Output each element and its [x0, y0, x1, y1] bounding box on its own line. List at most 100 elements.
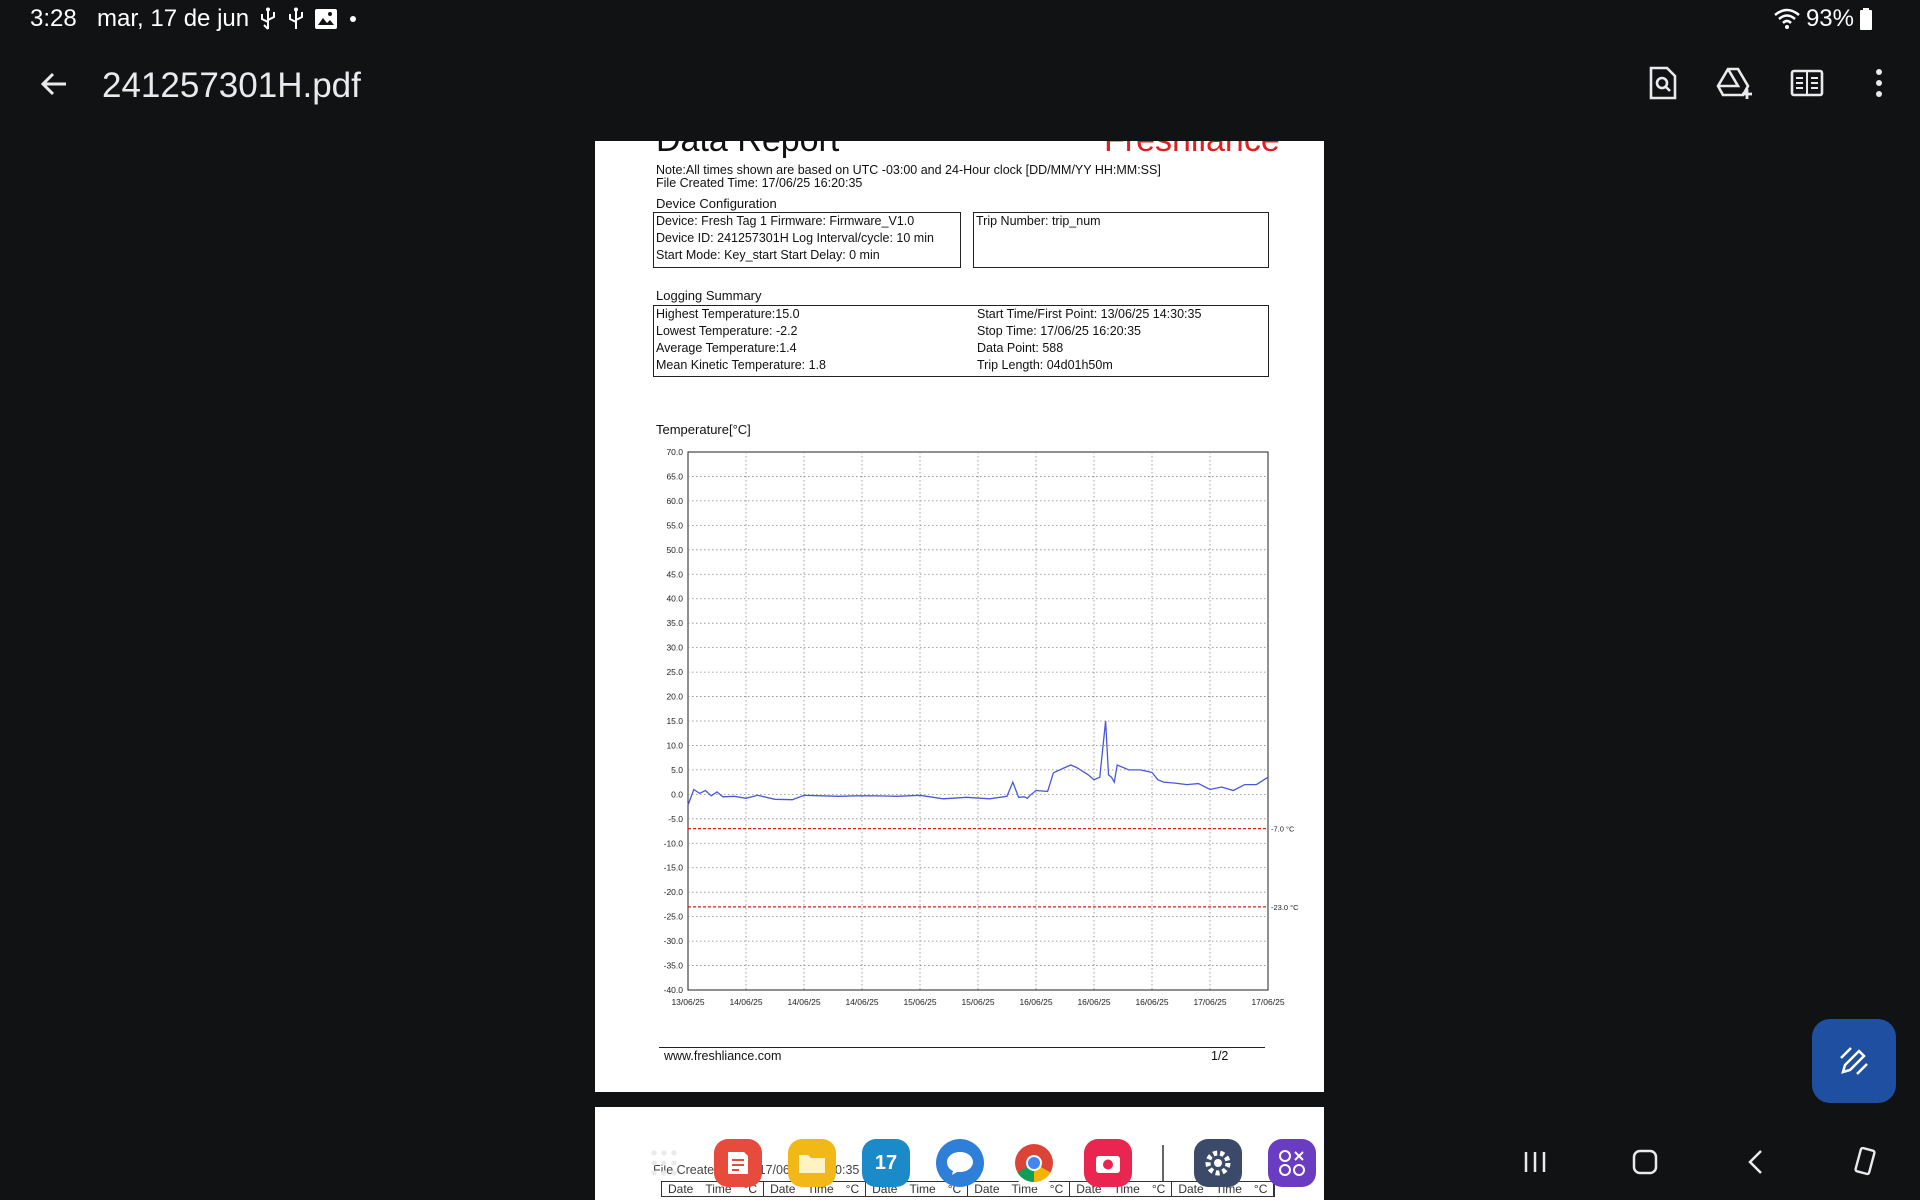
pdf-page-1[interactable]: Data Report Freshliance Note:All times s…	[595, 141, 1324, 1092]
navigation-keys	[1480, 1142, 1920, 1182]
status-right: 93%	[1774, 5, 1872, 33]
y-tick-label: 70.0	[666, 447, 683, 457]
x-tick-date: 14/06/25	[787, 997, 820, 1007]
x-tick-date: 16/06/25	[1135, 997, 1168, 1007]
x-tick-date: 17/06/25	[1193, 997, 1226, 1007]
threshold-label: -23.0 °C	[1271, 903, 1299, 912]
search-document-button[interactable]	[1642, 62, 1684, 104]
dot-icon	[350, 16, 356, 22]
reading-mode-button[interactable]	[1786, 62, 1828, 104]
home-icon	[1632, 1149, 1658, 1175]
y-tick-label: -20.0	[664, 887, 684, 897]
home-button[interactable]	[1625, 1142, 1665, 1182]
usb-icon	[289, 7, 303, 29]
drive-add-button[interactable]	[1714, 62, 1756, 104]
y-tick-label: -30.0	[664, 936, 684, 946]
rotate-button[interactable]	[1845, 1142, 1885, 1182]
footer-url: www.freshliance.com	[664, 1049, 782, 1063]
y-tick-label: -40.0	[664, 985, 684, 995]
y-tick-label: 0.0	[671, 789, 683, 799]
usb-icon	[261, 7, 275, 30]
more-options-button[interactable]	[1858, 62, 1900, 104]
x-tick-date: 14/06/25	[845, 997, 878, 1007]
recents-button[interactable]	[1515, 1142, 1555, 1182]
x-tick-time: 19:51:35	[845, 1009, 878, 1011]
messages-app-icon[interactable]	[936, 1139, 984, 1187]
x-tick-time: 05:38:35	[903, 1009, 936, 1011]
back-button[interactable]	[36, 66, 72, 102]
status-bar: 3:28 mar, 17 de jun 93%	[0, 0, 1920, 36]
y-tick-label: -35.0	[664, 961, 684, 971]
dock-divider	[1162, 1145, 1164, 1181]
y-tick-label: 35.0	[666, 618, 683, 628]
pen-annotate-icon	[1840, 1047, 1868, 1075]
x-tick-time: 14:30:35	[671, 1009, 704, 1011]
y-tick-label: 10.0	[666, 740, 683, 750]
calendar-day-label: 17	[874, 1151, 898, 1174]
annotate-fab[interactable]	[1812, 1019, 1896, 1103]
taskbar: 17	[0, 1130, 1920, 1200]
x-tick-time: 00:17:35	[729, 1009, 762, 1011]
app-drawer-icon[interactable]	[640, 1139, 688, 1187]
x-tick-time: 01:12:35	[1019, 1009, 1052, 1011]
x-tick-time: 10:59:35	[1077, 1009, 1110, 1011]
footer-rule	[659, 1047, 1265, 1048]
more-vert-icon	[1876, 69, 1882, 97]
back-nav-button[interactable]	[1735, 1142, 1775, 1182]
status-time: 3:28	[30, 5, 77, 32]
arrow-back-icon	[40, 72, 66, 96]
chevron-left-icon	[1748, 1150, 1762, 1174]
y-tick-label: 5.0	[671, 765, 683, 775]
y-tick-label: 25.0	[666, 667, 683, 677]
x-tick-time: 16:20:35	[1251, 1009, 1284, 1011]
notes-app-icon[interactable]	[714, 1139, 762, 1187]
x-tick-date: 15/06/25	[903, 997, 936, 1007]
wifi-icon	[1774, 8, 1800, 29]
y-tick-label: -25.0	[664, 912, 684, 922]
files-app-icon[interactable]	[788, 1139, 836, 1187]
camera-app-icon[interactable]	[1084, 1139, 1132, 1187]
y-tick-label: -5.0	[668, 814, 683, 824]
x-tick-date: 14/06/25	[729, 997, 762, 1007]
y-tick-label: 50.0	[666, 545, 683, 555]
x-tick-date: 15/06/25	[961, 997, 994, 1007]
y-tick-label: 15.0	[666, 716, 683, 726]
apps-cluster-icon[interactable]	[1268, 1139, 1316, 1187]
settings-app-icon[interactable]	[1194, 1139, 1242, 1187]
image-icon	[315, 9, 337, 29]
x-tick-time: 15:25:35	[961, 1009, 994, 1011]
x-tick-time: 06:33:35	[1193, 1009, 1226, 1011]
search-document-icon	[1649, 66, 1677, 100]
app-bar: 241257301H.pdf	[0, 44, 1920, 132]
x-tick-date: 16/06/25	[1019, 997, 1052, 1007]
status-date: mar, 17 de jun	[97, 5, 250, 32]
x-tick-date: 17/06/25	[1251, 997, 1284, 1007]
battery-icon	[1860, 8, 1872, 30]
temperature-chart: Temperature[°C] 70.0 65.0 60.0 55.0 50.0 45.0 4…	[656, 422, 1299, 1011]
calendar-app-icon[interactable]: 17	[862, 1139, 910, 1187]
drive-add-icon	[1716, 67, 1752, 99]
threshold-label: -7.0 °C	[1271, 825, 1295, 834]
y-tick-label: 30.0	[666, 643, 683, 653]
y-tick-label: -10.0	[664, 838, 684, 848]
battery-percent: 93%	[1805, 5, 1854, 32]
footer-page-number: 1/2	[1211, 1049, 1229, 1063]
y-tick-label: 40.0	[666, 594, 683, 604]
reading-mode-icon	[1790, 69, 1824, 97]
chrome-app-icon[interactable]	[1010, 1139, 1058, 1187]
rotate-screen-icon	[1854, 1147, 1876, 1176]
y-tick-label: 65.0	[666, 471, 683, 481]
recents-icon	[1524, 1152, 1546, 1172]
y-tick-label: -15.0	[664, 863, 684, 873]
x-tick-date: 13/06/25	[671, 997, 704, 1007]
y-tick-label: 20.0	[666, 692, 683, 702]
app-dock: 17	[640, 1139, 1316, 1187]
app-bar-actions	[1642, 62, 1900, 104]
x-tick-time: 10:04:35	[787, 1009, 820, 1011]
document-title: 241257301H.pdf	[102, 66, 361, 105]
x-tick-time: 20:46:35	[1135, 1009, 1168, 1011]
chart-title: Temperature[°C]	[656, 422, 751, 437]
y-tick-label: 60.0	[666, 496, 683, 506]
notification-icons	[258, 6, 356, 32]
x-tick-date: 16/06/25	[1077, 997, 1110, 1007]
